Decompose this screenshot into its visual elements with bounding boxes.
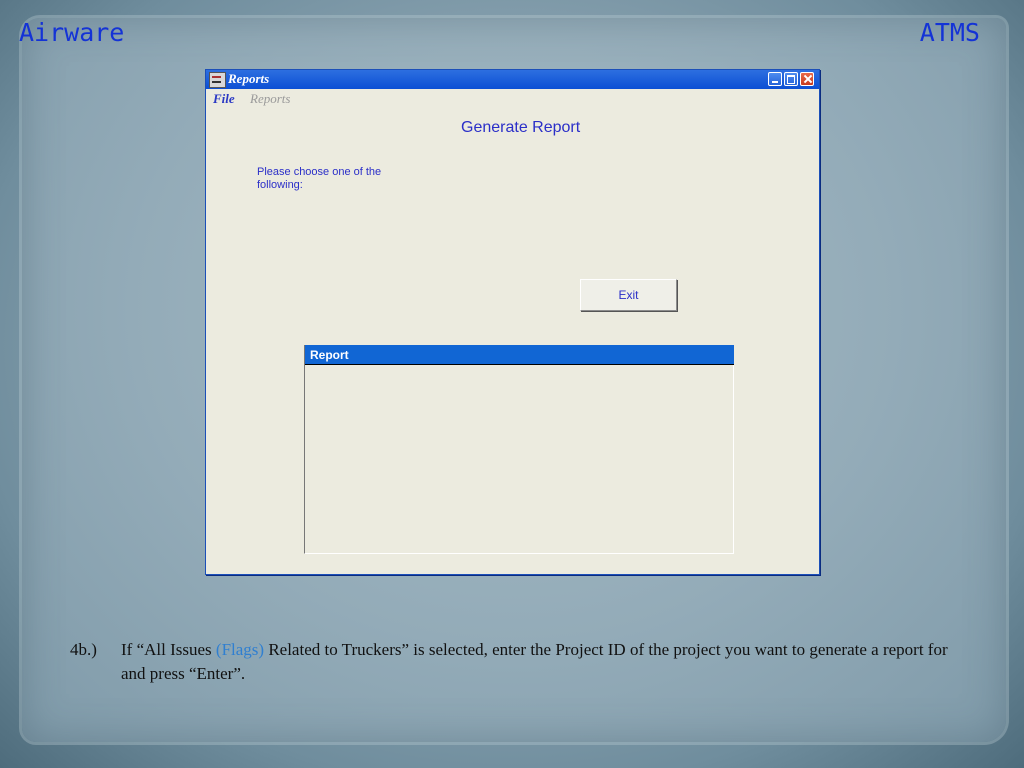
corner-title-left: Airware — [19, 18, 125, 47]
close-icon[interactable] — [800, 72, 814, 86]
page-title: Generate Report — [461, 119, 581, 136]
caption-text: If “All Issues (Flags) Related to Trucke… — [121, 638, 951, 686]
corner-title-right: ATMS — [919, 18, 980, 47]
exit-button[interactable]: Exit — [580, 279, 677, 311]
report-panel: Report — [304, 345, 734, 554]
report-panel-header: Report — [305, 345, 734, 365]
caption-number: 4b.) — [70, 640, 97, 659]
maximize-icon[interactable] — [784, 72, 798, 86]
caption-text-before: If “All Issues — [121, 640, 216, 659]
report-panel-body[interactable] — [305, 366, 733, 552]
minimize-icon[interactable] — [768, 72, 782, 86]
caption-flags: (Flags) — [215, 640, 265, 659]
menu-reports[interactable]: Reports — [250, 91, 290, 107]
app-icon[interactable] — [209, 72, 226, 88]
window-title: Reports — [228, 71, 270, 86]
reports-window: Reports File Reports Generate Report Ple… — [205, 69, 820, 575]
choose-prompt: Please choose one of the following: — [257, 166, 382, 191]
menu-file[interactable]: File — [213, 91, 235, 107]
menu-bar: File Reports — [206, 90, 819, 108]
window-titlebar[interactable]: Reports — [206, 70, 819, 89]
